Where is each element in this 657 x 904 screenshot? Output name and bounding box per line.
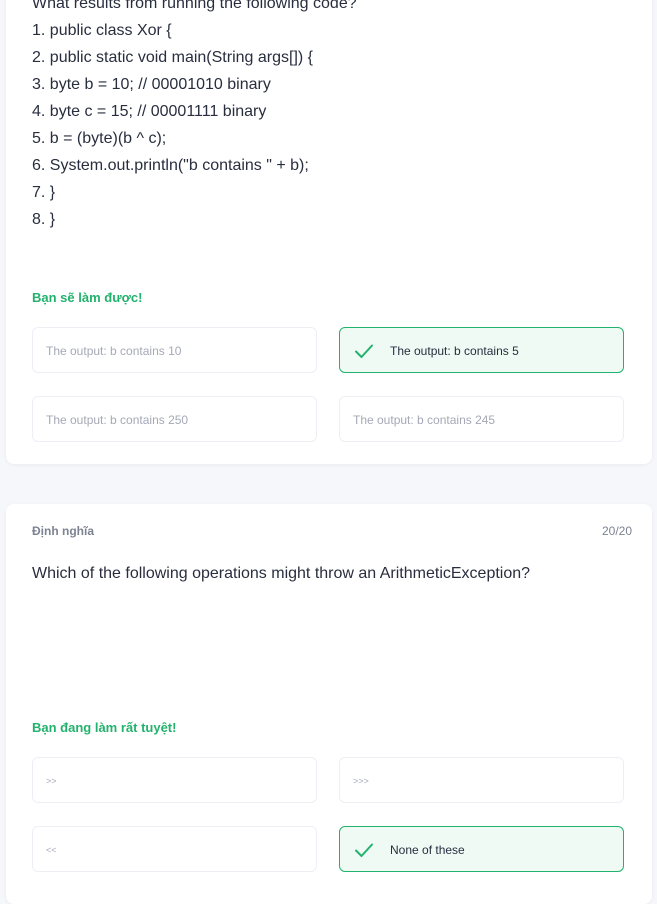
checkmark-icon xyxy=(355,843,373,857)
answer-option-label: >>> xyxy=(353,776,369,786)
code-line-5: 5. b = (byte)(b ^ c); xyxy=(32,130,167,147)
code-line-4: 4. byte c = 15; // 00001111 binary xyxy=(32,103,267,120)
question-prompt: Which of the following operations might … xyxy=(32,565,531,582)
checkmark-icon xyxy=(355,344,373,358)
answer-option-3[interactable]: The output: b contains 250 xyxy=(32,396,317,442)
answer-option-1[interactable]: The output: b contains 10 xyxy=(32,327,317,373)
term-type-label: Định nghĩa xyxy=(32,524,94,538)
answer-option-4[interactable]: The output: b contains 245 xyxy=(339,396,624,442)
answer-option-1[interactable]: >> xyxy=(32,757,317,803)
code-line-3: 3. byte b = 10; // 00001010 binary xyxy=(32,76,271,93)
answer-option-2-correct[interactable]: The output: b contains 5 xyxy=(339,327,624,373)
answer-option-label: >> xyxy=(46,776,57,786)
question-card-1: What results from running the following … xyxy=(6,0,652,464)
answer-option-label: The output: b contains 5 xyxy=(390,344,519,358)
answer-option-label: << xyxy=(46,845,57,855)
answer-option-label: None of these xyxy=(390,843,465,857)
code-line-6: 6. System.out.println("b contains " + b)… xyxy=(32,157,309,174)
answer-option-3[interactable]: << xyxy=(32,826,317,872)
code-line-1: 1. public class Xor { xyxy=(32,22,172,39)
question-counter: 20/20 xyxy=(601,524,632,538)
answer-option-label: The output: b contains 250 xyxy=(46,413,189,427)
question-prompt: What results from running the following … xyxy=(32,0,357,12)
answer-option-label: The output: b contains 245 xyxy=(353,413,496,427)
answer-option-label: The output: b contains 10 xyxy=(46,344,182,358)
code-line-8: 8. } xyxy=(32,211,56,228)
code-line-7: 7. } xyxy=(32,184,56,201)
feedback-message: Bạn sẽ làm được! xyxy=(32,290,143,305)
answer-option-4-correct[interactable]: None of these xyxy=(339,826,624,872)
answer-option-2[interactable]: >>> xyxy=(339,757,624,803)
feedback-message: Bạn đang làm rất tuyệt! xyxy=(32,720,177,735)
question-card-2: Định nghĩa 20/20 Which of the following … xyxy=(6,504,652,904)
code-line-2: 2. public static void main(String args[]… xyxy=(32,49,314,66)
